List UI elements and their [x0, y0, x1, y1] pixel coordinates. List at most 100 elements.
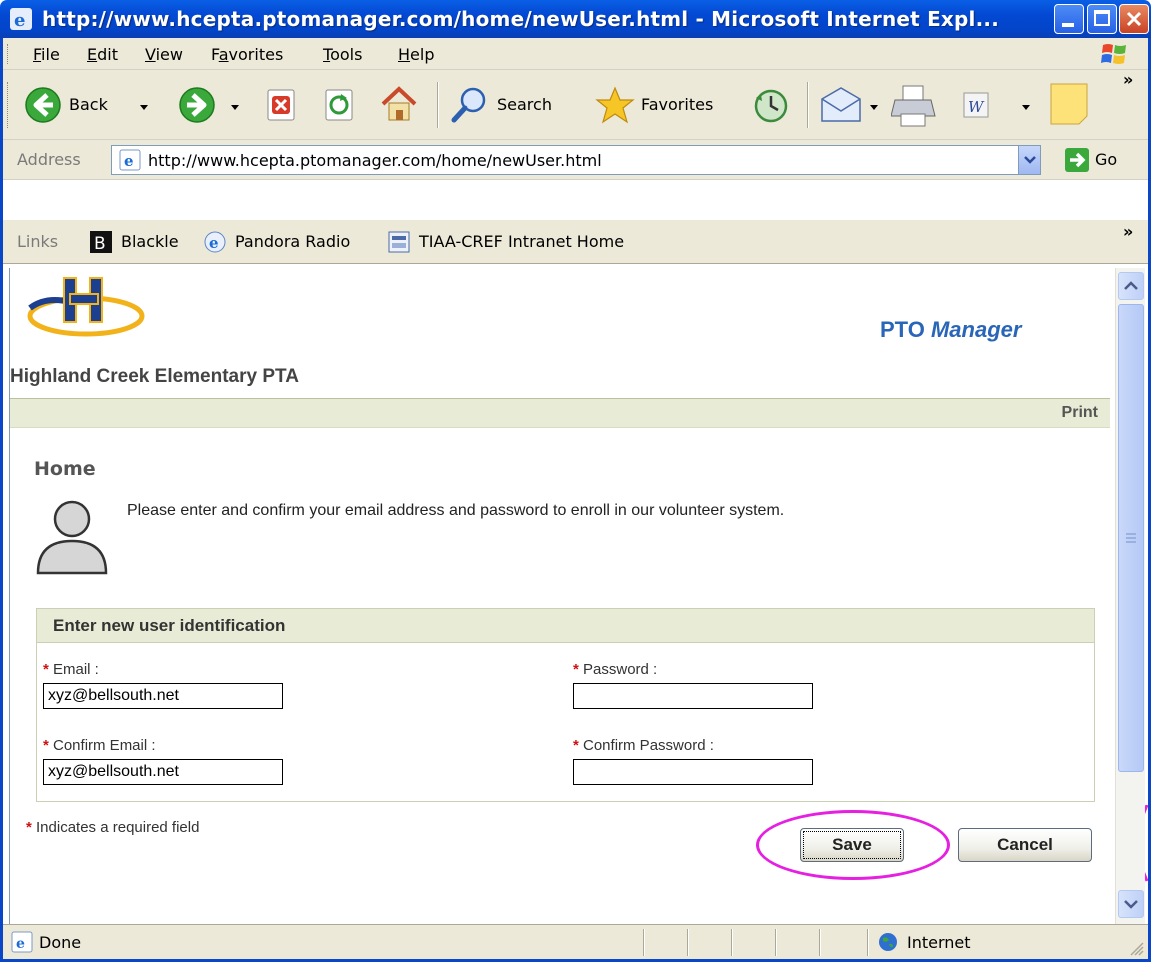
home-icon[interactable]	[379, 84, 419, 124]
status-divider	[731, 929, 733, 956]
links-overflow-chevron-icon[interactable]: »	[1123, 222, 1133, 241]
link-tiaa-cref-intranet-home[interactable]: TIAA-CREF Intranet Home	[387, 228, 687, 256]
organization-name: Highland Creek Elementary PTA	[10, 366, 299, 387]
page-icon: e	[119, 149, 141, 171]
security-zone: Internet	[907, 933, 971, 952]
svg-text:e: e	[14, 10, 25, 31]
history-icon[interactable]	[751, 86, 791, 126]
print-icon[interactable]	[891, 84, 937, 128]
go-label: Go	[1095, 150, 1118, 169]
menu-tools[interactable]: Tools	[323, 45, 362, 64]
scroll-grip-icon	[1126, 533, 1136, 543]
cancel-button[interactable]: Cancel	[958, 828, 1092, 862]
confirm-password-field[interactable]	[573, 759, 813, 785]
toolbar-separator	[437, 82, 439, 128]
menu-edit[interactable]: Edit	[87, 45, 118, 64]
toolbar-separator	[807, 82, 809, 128]
required-field-note: * Indicates a required field	[26, 819, 200, 836]
edit-dropdown-icon[interactable]	[1021, 102, 1031, 112]
link-blackle[interactable]: B Blackle	[89, 228, 209, 256]
scroll-up-button[interactable]	[1118, 272, 1144, 300]
svg-text:W: W	[968, 98, 985, 116]
mail-button[interactable]	[819, 82, 885, 128]
window-title: http://www.hcepta.ptomanager.com/home/ne…	[42, 7, 999, 31]
email-field[interactable]	[43, 683, 283, 709]
refresh-icon[interactable]	[323, 88, 357, 122]
back-dropdown-icon	[140, 105, 148, 110]
svg-text:B: B	[94, 234, 106, 254]
sticky-note-icon[interactable]	[1049, 82, 1089, 126]
back-label: Back	[69, 95, 108, 114]
chevron-up-icon	[1124, 281, 1138, 290]
standard-toolbar: Back Search Favorites W »	[3, 70, 1148, 140]
internet-globe-icon	[879, 933, 897, 951]
link-pandora-radio[interactable]: e Pandora Radio	[203, 228, 383, 256]
menu-grip	[7, 44, 9, 64]
menu-favorites[interactable]: Favorites	[211, 45, 283, 64]
email-label: * Email :	[43, 661, 99, 678]
chevron-down-icon	[1024, 156, 1036, 164]
address-url: http://www.hcepta.ptomanager.com/home/ne…	[148, 151, 602, 170]
search-label: Search	[497, 95, 552, 114]
address-bar: Address e http://www.hcepta.ptomanager.c…	[3, 140, 1148, 180]
school-logo	[27, 277, 145, 337]
resize-grip-icon[interactable]	[1129, 941, 1145, 957]
favorites-button[interactable]: Favorites	[595, 82, 735, 128]
stop-icon[interactable]	[265, 88, 299, 122]
search-button[interactable]: Search	[449, 82, 579, 128]
svg-text:e: e	[209, 234, 219, 252]
maximize-button[interactable]	[1087, 4, 1117, 34]
menu-file[interactable]: File	[33, 45, 60, 64]
confirm-email-label: * Confirm Email :	[43, 737, 156, 754]
address-dropdown-button[interactable]	[1018, 146, 1040, 174]
address-input[interactable]: e http://www.hcepta.ptomanager.com/home/…	[111, 145, 1041, 175]
status-bar: e Done Internet	[3, 924, 1148, 959]
status-divider	[867, 929, 869, 956]
internet-explorer-icon: e	[10, 8, 32, 31]
menu-view[interactable]: View	[145, 45, 183, 64]
minimize-icon	[1062, 23, 1074, 27]
window-title-bar[interactable]: e http://www.hcepta.ptomanager.com/home/…	[0, 0, 1151, 38]
word-edit-icon[interactable]: W	[961, 90, 991, 120]
forward-button[interactable]	[175, 82, 247, 128]
status-divider	[643, 929, 645, 956]
forward-arrow-icon	[179, 87, 215, 123]
confirm-password-label: * Confirm Password :	[573, 737, 714, 754]
minimize-button[interactable]	[1054, 4, 1084, 34]
password-label: * Password :	[573, 661, 658, 678]
search-icon	[451, 87, 486, 123]
password-field[interactable]	[573, 683, 813, 709]
maximize-icon	[1094, 10, 1110, 26]
menu-bar: File Edit View Favorites Tools Help	[3, 38, 1148, 70]
print-bar: Print	[10, 398, 1110, 428]
favorites-star-icon	[595, 86, 635, 124]
close-window-button[interactable]	[1119, 4, 1149, 34]
menu-help[interactable]: Help	[398, 45, 434, 64]
intro-text: Please enter and confirm your email addr…	[127, 502, 785, 519]
form-header: Enter new user identification	[37, 609, 1094, 643]
close-icon	[1126, 11, 1142, 27]
intranet-page-icon	[388, 231, 410, 253]
back-button[interactable]: Back	[21, 82, 161, 128]
user-avatar-icon	[36, 500, 108, 575]
go-button[interactable]: Go	[1059, 146, 1139, 174]
scroll-thumb[interactable]	[1118, 304, 1144, 772]
blackle-icon: B	[90, 231, 112, 254]
save-highlight-circle	[756, 810, 950, 880]
links-bar: Links B Blackle e Pandora Radio TIAA-CRE…	[3, 220, 1148, 264]
links-label: Links	[17, 232, 59, 251]
status-divider	[775, 929, 777, 956]
scroll-down-button[interactable]	[1118, 890, 1144, 918]
new-user-form: Enter new user identification * Email : …	[36, 608, 1095, 802]
status-text: Done	[39, 933, 82, 952]
status-divider	[819, 929, 821, 956]
toolbar-overflow-chevron-icon[interactable]: »	[1123, 70, 1133, 89]
confirm-email-field[interactable]	[43, 759, 283, 785]
print-link[interactable]: Print	[1062, 404, 1098, 422]
vertical-scrollbar[interactable]	[1115, 268, 1145, 924]
ie-page-icon: e	[204, 231, 226, 253]
status-divider	[687, 929, 689, 956]
chevron-down-icon	[1124, 900, 1138, 909]
address-label: Address	[17, 150, 81, 169]
favorites-label: Favorites	[641, 95, 714, 114]
